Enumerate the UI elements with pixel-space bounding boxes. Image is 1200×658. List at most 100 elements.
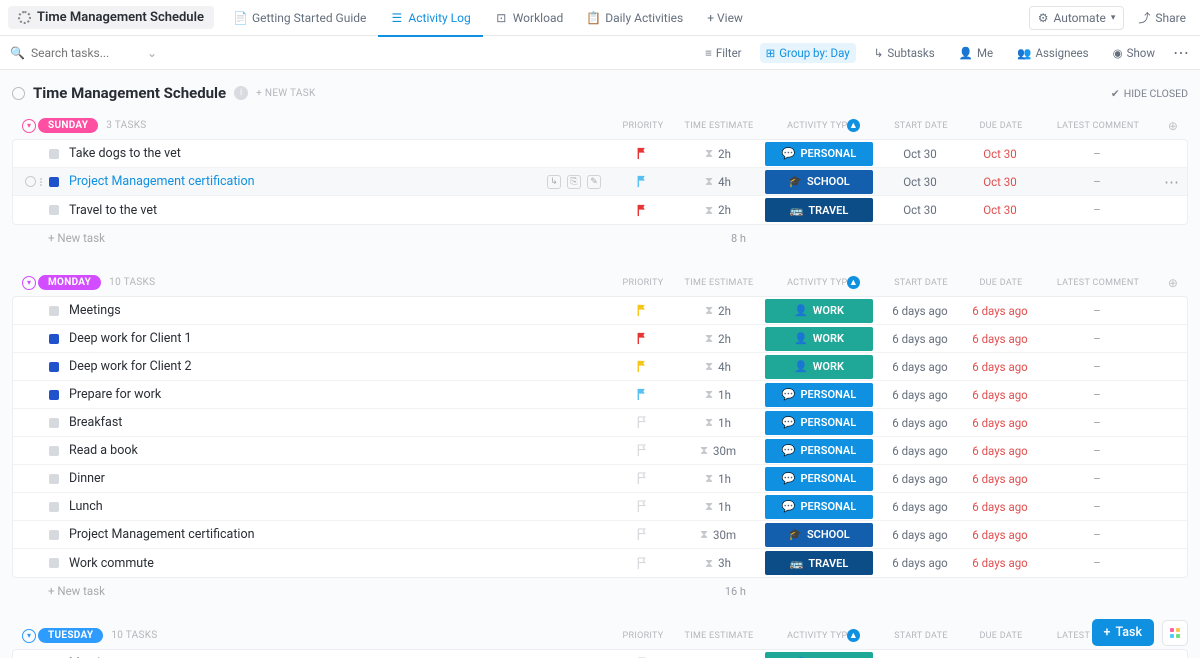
drag-handle-icon[interactable] (40, 178, 48, 186)
cell-time-estimate[interactable]: ⧗2h (675, 146, 761, 161)
activity-badge[interactable]: 👤WORK (765, 327, 873, 351)
col-start-date[interactable]: START DATE (878, 121, 964, 131)
task-row[interactable]: Take dogs to the vet ⧗2h 💬PERSONAL Oct 3… (13, 140, 1187, 168)
task-row[interactable]: Travel to the vet ⧗2h 🚌TRAVEL Oct 30 Oct… (13, 196, 1187, 224)
cell-time-estimate[interactable]: ⧗3h (675, 556, 761, 571)
cell-start-date[interactable]: 6 days ago (877, 556, 963, 570)
col-activity-type[interactable]: ACTIVITY TYPE▲ (762, 278, 878, 288)
cell-start-date[interactable]: Oct 30 (877, 203, 963, 217)
edit-icon[interactable]: ✎ (587, 175, 601, 189)
task-row[interactable]: Dinner ⧗1h 💬PERSONAL 6 days ago 6 days a… (13, 465, 1187, 493)
cell-latest-comment[interactable]: – (1037, 472, 1157, 486)
cell-start-date[interactable]: 6 days ago (877, 472, 963, 486)
automate-button[interactable]: ⚙ Automate ▾ (1029, 6, 1125, 30)
new-task-inline-button[interactable]: + NEW TASK (256, 88, 315, 99)
status-square[interactable] (49, 390, 59, 400)
col-priority[interactable]: PRIORITY (610, 631, 676, 641)
task-name[interactable]: Breakfast (69, 415, 609, 430)
task-name[interactable]: Take dogs to the vet (69, 146, 609, 161)
col-latest-comment[interactable]: LATEST COMMENT (1038, 121, 1158, 131)
task-row[interactable]: Project Management certification ⧗30m 🎓S… (13, 521, 1187, 549)
search-chevron-icon[interactable]: ⌄ (147, 46, 157, 60)
cell-due-date[interactable]: 6 days ago (963, 528, 1037, 542)
info-icon[interactable]: i (234, 86, 248, 100)
cell-priority[interactable] (609, 500, 675, 513)
col-activity-type[interactable]: ACTIVITY TYPE▲ (762, 121, 878, 131)
cell-time-estimate[interactable]: ⧗2h (675, 303, 761, 318)
activity-badge[interactable]: 🎓SCHOOL (765, 523, 873, 547)
status-square[interactable] (49, 334, 59, 344)
day-pill[interactable]: MONDAY (38, 275, 101, 290)
new-task-fab[interactable]: + Task (1092, 619, 1154, 646)
task-row[interactable]: Project Management certification ↳⎘✎ ⧗4h… (13, 168, 1187, 196)
new-task-row-button[interactable]: + New task (48, 584, 105, 598)
cell-due-date[interactable]: 6 days ago (963, 472, 1037, 486)
col-due-date[interactable]: DUE DATE (964, 121, 1038, 131)
status-square[interactable] (49, 205, 59, 215)
cell-priority[interactable] (609, 444, 675, 457)
task-row[interactable]: Read a book ⧗30m 💬PERSONAL 6 days ago 6 … (13, 437, 1187, 465)
cell-priority[interactable] (609, 304, 675, 317)
cell-priority[interactable] (609, 528, 675, 541)
cell-latest-comment[interactable]: – (1037, 332, 1157, 346)
activity-badge[interactable]: 💬PERSONAL (765, 495, 873, 519)
activity-badge[interactable]: 💬PERSONAL (765, 467, 873, 491)
cell-time-estimate[interactable]: ⧗4h (675, 359, 761, 374)
cell-latest-comment[interactable]: – (1037, 388, 1157, 402)
search-input[interactable] (31, 46, 141, 60)
cell-latest-comment[interactable]: – (1037, 203, 1157, 217)
task-row[interactable]: Breakfast ⧗1h 💬PERSONAL 6 days ago 6 day… (13, 409, 1187, 437)
cell-start-date[interactable]: Oct 30 (877, 175, 963, 189)
row-more-button[interactable]: ⋯ (1157, 173, 1187, 191)
activity-badge[interactable]: 🎓SCHOOL (765, 170, 873, 194)
cell-due-date[interactable]: 6 days ago (963, 444, 1037, 458)
cell-start-date[interactable]: 6 days ago (877, 360, 963, 374)
subtask-icon[interactable]: ↳ (547, 175, 561, 189)
cell-start-date[interactable]: 6 days ago (877, 500, 963, 514)
status-square[interactable] (49, 474, 59, 484)
cell-start-date[interactable]: 6 days ago (877, 416, 963, 430)
row-select-icon[interactable] (25, 176, 36, 187)
col-due-date[interactable]: DUE DATE (964, 631, 1038, 641)
cell-start-date[interactable]: 6 days ago (877, 332, 963, 346)
col-priority[interactable]: PRIORITY (610, 121, 676, 131)
task-name[interactable]: Project Management certification (69, 174, 547, 189)
cell-time-estimate[interactable]: ⧗30m (675, 527, 761, 542)
activity-badge[interactable]: 💬PERSONAL (765, 411, 873, 435)
view-tab-daily-activities[interactable]: 📋Daily Activities (575, 0, 695, 36)
cell-time-estimate[interactable]: ⧗1h (675, 499, 761, 514)
cell-due-date[interactable]: 6 days ago (963, 500, 1037, 514)
task-name[interactable]: Deep work for Client 1 (69, 331, 609, 346)
status-square[interactable] (49, 502, 59, 512)
task-row[interactable]: Lunch ⧗1h 💬PERSONAL 6 days ago 6 days ag… (13, 493, 1187, 521)
cell-latest-comment[interactable]: – (1037, 444, 1157, 458)
cell-due-date[interactable]: 6 days ago (963, 304, 1037, 318)
cell-time-estimate[interactable]: ⧗2h (675, 203, 761, 218)
cell-latest-comment[interactable]: – (1037, 175, 1157, 189)
task-name[interactable]: Work commute (69, 556, 609, 571)
status-square[interactable] (49, 418, 59, 428)
cell-time-estimate[interactable]: ⧗1h (675, 387, 761, 402)
cell-latest-comment[interactable]: – (1037, 416, 1157, 430)
activity-badge[interactable]: 💬PERSONAL (765, 439, 873, 463)
apps-fab[interactable] (1162, 620, 1188, 646)
task-row[interactable]: Prepare for work ⧗1h 💬PERSONAL 6 days ag… (13, 381, 1187, 409)
filter-button[interactable]: ≡Filter (699, 43, 747, 63)
assignees-button[interactable]: 👥Assignees (1011, 43, 1094, 63)
task-row[interactable]: Deep work for Client 2 ⧗4h 👤WORK 6 days … (13, 353, 1187, 381)
view-tab-activity-log[interactable]: ☰Activity Log (378, 0, 482, 36)
cell-latest-comment[interactable]: – (1037, 528, 1157, 542)
col-latest-comment[interactable]: LATEST COMMENT (1038, 278, 1158, 288)
status-square[interactable] (49, 446, 59, 456)
col-start-date[interactable]: START DATE (878, 631, 964, 641)
cell-latest-comment[interactable]: – (1037, 304, 1157, 318)
cell-priority[interactable] (609, 175, 675, 188)
group-toggle[interactable]: ▾ (22, 119, 38, 133)
status-square[interactable] (49, 306, 59, 316)
cell-priority[interactable] (609, 557, 675, 570)
task-name[interactable]: Lunch (69, 499, 609, 514)
cell-priority[interactable] (609, 472, 675, 485)
task-name[interactable]: Prepare for work (69, 387, 609, 402)
task-name[interactable]: Travel to the vet (69, 203, 609, 218)
task-name[interactable]: Read a book (69, 443, 609, 458)
